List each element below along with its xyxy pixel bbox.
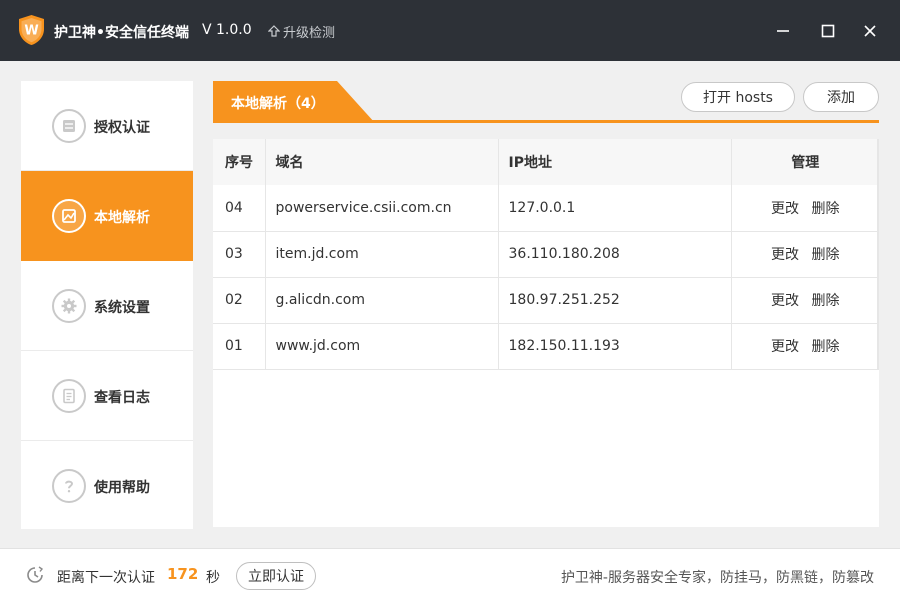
sidebar-item-label: 系统设置 (94, 300, 150, 316)
sidebar-item-label: 查看日志 (94, 390, 150, 406)
title-bar: W 护卫神•安全信任终端 V 1.0.0 升级检测 (0, 0, 900, 61)
image-icon (52, 199, 86, 233)
app-version: V 1.0.0 (202, 22, 252, 38)
row-number: 01 (213, 323, 266, 370)
column-header-ip: IP地址 (498, 139, 732, 185)
upgrade-check-link[interactable]: 升级检测 (268, 22, 335, 41)
delete-link[interactable]: 删除 (811, 244, 839, 264)
list-icon (52, 109, 86, 143)
open-hosts-button[interactable]: 打开 hosts (681, 82, 795, 112)
table-scrollbar-track (877, 139, 879, 369)
countdown-value: 172 (167, 565, 199, 583)
table-row: 01 www.jd.com 182.150.11.193 更改 删除 (213, 323, 879, 370)
maximize-button[interactable] (817, 20, 839, 42)
authenticate-now-button[interactable]: 立即认证 (236, 562, 316, 590)
row-number: 02 (213, 277, 266, 324)
row-ip: 127.0.0.1 (498, 185, 732, 232)
close-icon (864, 25, 876, 37)
sidebar-item-label: 本地解析 (94, 210, 150, 226)
upgrade-check-label: 升级检测 (283, 26, 336, 41)
column-header-manage: 管理 (731, 139, 879, 185)
edit-link[interactable]: 更改 (771, 290, 799, 310)
hosts-table: 序号 域名 IP地址 管理 04 powerservice.csii.com.c… (213, 139, 879, 370)
clock-icon (25, 565, 45, 585)
logo-letter: W (24, 24, 38, 39)
footer-slogan: 护卫神-服务器安全专家，防挂马，防黑链，防篡改 (560, 570, 874, 586)
sidebar-item-local-resolve[interactable]: 本地解析 (21, 171, 193, 261)
minimize-icon (777, 30, 789, 32)
sidebar-item-label: 使用帮助 (94, 480, 150, 496)
gear-icon (52, 289, 86, 323)
row-domain: item.jd.com (265, 231, 499, 278)
sidebar-item-authorization[interactable]: 授权认证 (21, 81, 193, 171)
row-actions: 更改 删除 (731, 277, 879, 324)
row-domain: www.jd.com (265, 323, 499, 370)
table-header-row: 序号 域名 IP地址 管理 (213, 139, 879, 185)
table-row: 03 item.jd.com 36.110.180.208 更改 删除 (213, 231, 879, 278)
delete-link[interactable]: 删除 (811, 336, 839, 356)
delete-link[interactable]: 删除 (811, 198, 839, 218)
table-row: 02 g.alicdn.com 180.97.251.252 更改 删除 (213, 277, 879, 324)
row-number: 03 (213, 231, 266, 278)
tab-label: 本地解析（4） (231, 96, 325, 112)
row-actions: 更改 删除 (731, 185, 879, 232)
row-ip: 182.150.11.193 (498, 323, 732, 370)
hosts-table-container: 序号 域名 IP地址 管理 04 powerservice.csii.com.c… (213, 139, 879, 527)
column-header-domain: 域名 (265, 139, 499, 185)
table-row: 04 powerservice.csii.com.cn 127.0.0.1 更改… (213, 185, 879, 232)
app-title: 护卫神•安全信任终端 (54, 25, 189, 41)
tab-strip: 本地解析（4） 打开 hosts 添加 (213, 81, 879, 123)
sidebar-item-help[interactable]: 使用帮助 (21, 441, 193, 531)
shield-logo-icon: W (18, 14, 45, 46)
row-domain: powerservice.csii.com.cn (265, 185, 499, 232)
minimize-button[interactable] (772, 20, 794, 42)
document-icon (52, 379, 86, 413)
edit-link[interactable]: 更改 (771, 198, 799, 218)
sidebar-item-logs[interactable]: 查看日志 (21, 351, 193, 441)
row-actions: 更改 删除 (731, 231, 879, 278)
sidebar-item-label: 授权认证 (94, 120, 150, 136)
maximize-icon (821, 24, 835, 38)
row-actions: 更改 删除 (731, 323, 879, 370)
question-icon (52, 469, 86, 503)
sidebar-item-settings[interactable]: 系统设置 (21, 261, 193, 351)
delete-link[interactable]: 删除 (811, 290, 839, 310)
add-button[interactable]: 添加 (803, 82, 879, 112)
edit-link[interactable]: 更改 (771, 336, 799, 356)
status-footer: 距离下一次认证 172 秒 立即认证 护卫神-服务器安全专家，防挂马，防黑链，防… (0, 548, 900, 600)
countdown-unit: 秒 (206, 570, 220, 586)
main-panel: 本地解析（4） 打开 hosts 添加 序号 域名 IP地址 管理 04 pow… (213, 81, 879, 527)
arrow-up-icon (268, 25, 280, 37)
edit-link[interactable]: 更改 (771, 244, 799, 264)
row-domain: g.alicdn.com (265, 277, 499, 324)
close-button[interactable] (859, 20, 881, 42)
row-ip: 36.110.180.208 (498, 231, 732, 278)
countdown-label: 距离下一次认证 (57, 570, 155, 586)
column-header-number: 序号 (213, 139, 266, 185)
row-number: 04 (213, 185, 266, 232)
tab-local-resolve[interactable]: 本地解析（4） (213, 81, 375, 123)
sidebar: 授权认证 本地解析 系统设置 查看日志 使用帮助 (21, 81, 193, 529)
row-ip: 180.97.251.252 (498, 277, 732, 324)
